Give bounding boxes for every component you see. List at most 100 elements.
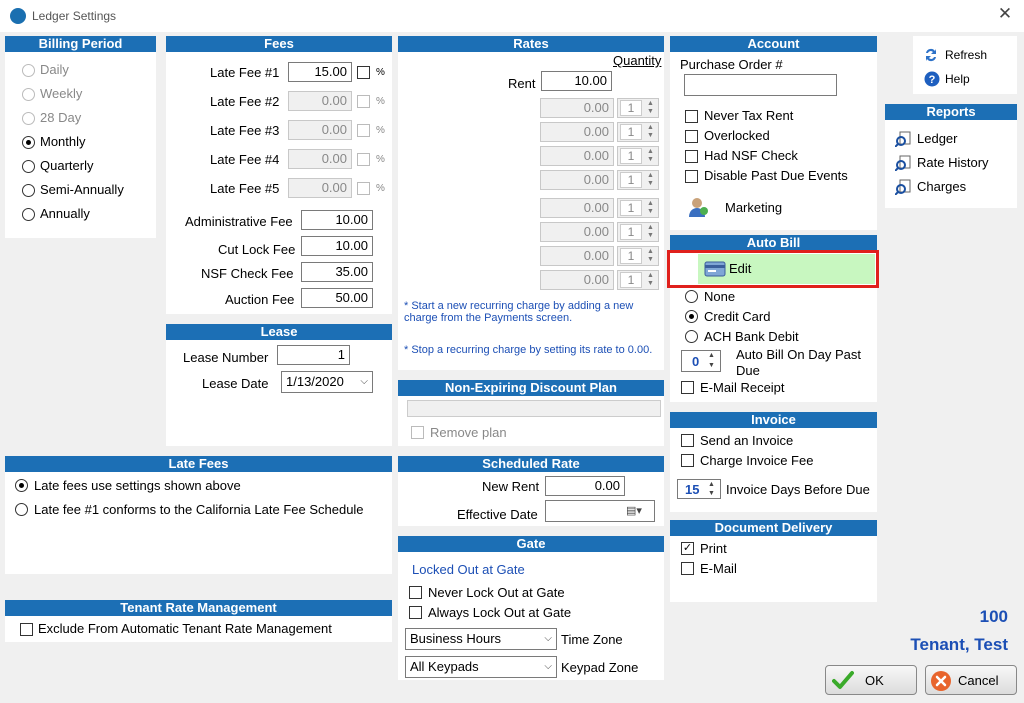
radio-semi-annually[interactable] [22, 184, 35, 197]
auto-bill-credit-card-radio[interactable] [685, 310, 698, 323]
late-fee-1-input[interactable]: 15.00 [288, 62, 352, 82]
auto-bill-ach-radio[interactable] [685, 330, 698, 343]
lease-date-picker[interactable]: 1/13/2020 ⌵ [281, 371, 373, 393]
radio-28-day[interactable] [22, 112, 35, 125]
remove-plan-checkbox[interactable] [411, 426, 424, 439]
late-fees-california-radio[interactable] [15, 503, 28, 516]
had-nsf-check-checkbox[interactable] [685, 150, 698, 163]
exclude-tenant-rate-checkbox[interactable] [20, 623, 33, 636]
time-zone-select[interactable]: Business Hours ⌵ [405, 628, 557, 650]
purchase-order-input[interactable] [684, 74, 837, 96]
help-icon: ? [924, 71, 940, 87]
always-lock-checkbox[interactable] [409, 606, 422, 619]
charge-rate-input[interactable]: 0.00 [540, 146, 614, 166]
quantity-stepper[interactable]: 1 ▲ ▼ [617, 98, 659, 118]
charge-invoice-fee-checkbox[interactable] [681, 454, 694, 467]
new-rent-input[interactable]: 0.00 [545, 476, 625, 496]
email-receipt-checkbox[interactable] [681, 381, 694, 394]
overlocked-label: Overlocked [704, 128, 770, 143]
never-lock-checkbox[interactable] [409, 586, 422, 599]
fees-panel: Fees Late Fee #1 15.00 % Late Fee #2 0.0… [166, 36, 392, 314]
late-fee-3-input[interactable]: 0.00 [288, 120, 352, 140]
charge-rate-input[interactable]: 0.00 [540, 122, 614, 142]
nsf-check-fee-input[interactable]: 35.00 [301, 262, 373, 282]
auto-bill-day-stepper[interactable]: 0 ▲ ▼ [681, 350, 721, 372]
magnifier-report-icon [895, 155, 911, 171]
never-tax-rent-label: Never Tax Rent [704, 108, 794, 123]
invoice-days-stepper[interactable]: 15 ▲ ▼ [677, 479, 721, 499]
quantity-stepper[interactable]: 1 ▲ ▼ [617, 270, 659, 290]
late-fee-5-label: Late Fee #5 [210, 181, 280, 196]
charge-rate-input[interactable]: 0.00 [540, 246, 614, 266]
overlocked-checkbox[interactable] [685, 130, 698, 143]
late-fee-4-input[interactable]: 0.00 [288, 149, 352, 169]
print-checkbox[interactable]: ✓ [681, 542, 694, 555]
late-fee-2-percent-checkbox[interactable] [357, 95, 370, 108]
cut-lock-fee-input[interactable]: 10.00 [301, 236, 373, 256]
late-fee-5-percent-checkbox[interactable] [357, 182, 370, 195]
late-fee-3-percent-checkbox[interactable] [357, 124, 370, 137]
radio-daily[interactable] [22, 64, 35, 77]
lease-number-input[interactable]: 1 [277, 345, 350, 365]
document-delivery-panel: Document Delivery ✓ Print E-Mail [670, 520, 877, 602]
email-checkbox[interactable] [681, 562, 694, 575]
auto-bill-none-radio[interactable] [685, 290, 698, 303]
marketing-button[interactable]: Marketing [686, 194, 806, 222]
charge-rate-input[interactable]: 0.00 [540, 98, 614, 118]
lease-date-label: Lease Date [202, 376, 269, 391]
charge-rate-input[interactable]: 0.00 [540, 170, 614, 190]
radio-quarterly[interactable] [22, 160, 35, 173]
late-fees-default-radio[interactable] [15, 479, 28, 492]
discount-select[interactable] [407, 400, 661, 417]
late-fee-1-percent-checkbox[interactable] [357, 66, 370, 79]
radio-weekly[interactable] [22, 88, 35, 101]
auto-bill-edit-button[interactable]: Edit [698, 254, 875, 284]
tenant-rate-panel: Tenant Rate Management Exclude From Auto… [5, 600, 392, 642]
auction-fee-input[interactable]: 50.00 [301, 288, 373, 308]
ok-button[interactable]: OK [825, 665, 917, 695]
cancel-icon [931, 671, 951, 691]
refresh-button[interactable]: Refresh [923, 46, 1008, 64]
credit-card-edit-icon [704, 261, 726, 277]
admin-fee-input[interactable]: 10.00 [301, 210, 373, 230]
help-button[interactable]: ? Help [923, 70, 1008, 88]
late-fee-2-input[interactable]: 0.00 [288, 91, 352, 111]
report-rate-history-button[interactable]: Rate History [895, 154, 1005, 172]
quantity-stepper[interactable]: 1 ▲ ▼ [617, 246, 659, 266]
close-icon[interactable]: ✕ [996, 5, 1014, 23]
late-fee-5-input[interactable]: 0.00 [288, 178, 352, 198]
keypad-zone-select[interactable]: All Keypads ⌵ [405, 656, 557, 678]
magnifier-report-icon [895, 179, 911, 195]
quantity-stepper[interactable]: 1 ▲ ▼ [617, 146, 659, 166]
send-invoice-checkbox[interactable] [681, 434, 694, 447]
charge-rate-input[interactable]: 0.00 [540, 198, 614, 218]
keypad-zone-label: Keypad Zone [561, 660, 639, 675]
cancel-button[interactable]: Cancel [925, 665, 1017, 695]
report-charges-button[interactable]: Charges [895, 178, 1005, 196]
late-fees-default-label: Late fees use settings shown above [34, 478, 241, 493]
auto-bill-credit-card-label: Credit Card [704, 309, 771, 324]
send-invoice-label: Send an Invoice [700, 433, 794, 448]
quantity-stepper[interactable]: 1 ▲ ▼ [617, 170, 659, 190]
quantity-stepper[interactable]: 1 ▲ ▼ [617, 122, 659, 142]
quantity-stepper[interactable]: 1 ▲ ▼ [617, 198, 659, 218]
never-lock-label: Never Lock Out at Gate [428, 585, 565, 600]
effective-date-label: Effective Date [457, 507, 538, 522]
effective-date-input[interactable]: ▤▾ [545, 500, 655, 522]
chevron-down-icon: ⌵ [544, 633, 552, 644]
radio-annually[interactable] [22, 208, 35, 221]
disable-past-due-checkbox[interactable] [685, 170, 698, 183]
late-fee-4-percent-checkbox[interactable] [357, 153, 370, 166]
quantity-stepper[interactable]: 1 ▲ ▼ [617, 222, 659, 242]
radio-monthly[interactable] [22, 136, 35, 149]
percent-sign: % [376, 67, 385, 78]
billing-period-panel: Billing Period Daily Weekly 28 Day Month… [5, 36, 156, 238]
late-fees-california-label: Late fee #1 conforms to the California L… [34, 502, 364, 517]
charge-rate-input[interactable]: 0.00 [540, 222, 614, 242]
disable-past-due-label: Disable Past Due Events [704, 168, 848, 183]
report-ledger-button[interactable]: Ledger [895, 130, 1005, 148]
never-tax-rent-checkbox[interactable] [685, 110, 698, 123]
rent-input[interactable]: 10.00 [541, 71, 612, 91]
charge-rate-input[interactable]: 0.00 [540, 270, 614, 290]
auto-bill-none-label: None [704, 289, 736, 304]
